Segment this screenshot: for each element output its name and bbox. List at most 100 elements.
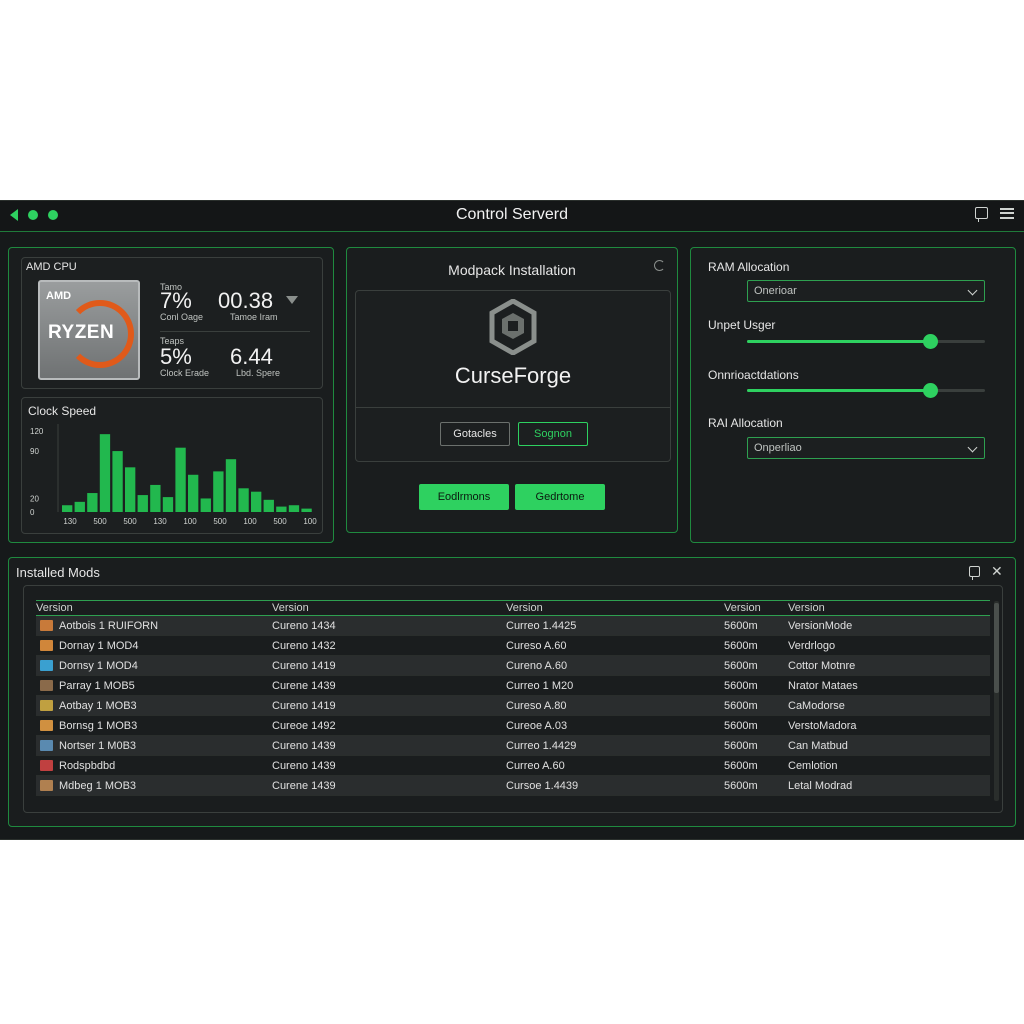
stat-2-value: 00.38 <box>218 288 274 313</box>
curseforge-logo-icon <box>489 299 537 355</box>
cell-text: 5600m <box>724 699 758 712</box>
table-cell: 5600m <box>724 775 780 796</box>
table-cell: Cemlotion <box>780 755 990 776</box>
stat-4-value: 6.44 <box>230 344 273 369</box>
table-cell: Cureno 1419 <box>272 695 506 716</box>
ram-allocation-title: RAM Allocation <box>708 260 790 274</box>
cell-text: Cureoe A.03 <box>506 719 568 732</box>
sognon-button[interactable]: Sognon <box>518 422 588 446</box>
scrollbar-thumb[interactable] <box>994 603 999 693</box>
mod-icon <box>40 700 53 712</box>
chart-bar <box>112 451 123 512</box>
slider-1[interactable] <box>747 334 985 349</box>
clock-speed-chart: 120 90 20 0 130 500 500 130 100 500 100 500 100 <box>30 424 317 526</box>
table-cell: Cottor Motnre <box>780 655 990 676</box>
cell-text: 5600m <box>724 639 758 652</box>
cell-text: Cureno 1419 <box>272 659 336 672</box>
close-icon[interactable]: ✕ <box>991 563 1003 580</box>
app-window: Control Serverd AMD CPU AMD RYZEN Tamo 7… <box>0 200 1024 840</box>
cell-text: Parray 1 MOB5 <box>59 679 135 692</box>
x-tick-label: 100 <box>303 517 317 526</box>
column-header[interactable]: Version <box>506 600 724 616</box>
table-row[interactable]: Rodspbdbd Cureno 1439 Curreo A.60 5600m Ceml… <box>36 755 990 776</box>
chart-bar <box>125 467 136 512</box>
table-row[interactable]: Bornsg 1 MOB3 Cureoe 1492 Cureoe A.03 5600m… <box>36 715 990 736</box>
table-header-row: Version Version Version Version Version <box>36 600 990 616</box>
cell-text: Cureno 1419 <box>272 699 336 712</box>
expand-icon[interactable] <box>969 566 980 580</box>
cell-text: Cursoe 1.4439 <box>506 779 579 792</box>
x-tick-label: 500 <box>213 517 227 526</box>
chart-bar <box>188 474 199 512</box>
table-row[interactable]: Dornay 1 MOD4 Cureno 1432 Cureso A.60 5600m… <box>36 635 990 656</box>
chart-bar <box>276 506 287 512</box>
column-header[interactable]: Version <box>780 600 990 616</box>
table-cell: Curreo A.60 <box>506 755 724 776</box>
table-cell: Curreo 1.4425 <box>506 615 724 636</box>
table-cell: Cureoe 1492 <box>272 715 506 736</box>
modpack-panel: Modpack Installation CurseForge Gotacles… <box>346 247 678 533</box>
table-row[interactable]: Aotbay 1 MOB3 Cureno 1419 Cureso A.80 5600m… <box>36 695 990 716</box>
table-cell: Cureno A.60 <box>506 655 724 676</box>
slider-2[interactable] <box>747 383 985 398</box>
table-cell: 5600m <box>724 615 780 636</box>
slider-1-knob[interactable] <box>923 334 939 349</box>
cell-text: Curreo 1.4429 <box>506 739 577 752</box>
cell-text: Rodspbdbd <box>59 759 116 772</box>
chart-bar <box>74 501 85 512</box>
table-cell: 5600m <box>724 675 780 696</box>
mod-icon <box>40 680 53 692</box>
eodlrmons-button[interactable]: Eodlrmons <box>419 484 509 510</box>
table-cell: Dornay 1 MOD4 <box>36 635 272 656</box>
slider-2-knob[interactable] <box>923 383 939 398</box>
chart-bar <box>150 484 161 512</box>
cpu-label: AMD CPU <box>26 261 77 273</box>
table-row[interactable]: Aotbois 1 RUIFORN Cureno 1434 Curreo 1.442… <box>36 615 990 636</box>
table-row[interactable]: Mdbeg 1 MOB3 Curene 1439 Cursoe 1.4439 5600… <box>36 775 990 796</box>
gedrtome-button[interactable]: Gedrtome <box>515 484 605 510</box>
table-cell: Cureso A.80 <box>506 695 724 716</box>
mod-icon <box>40 780 53 792</box>
chat-icon[interactable] <box>975 207 988 222</box>
stat-3-caption: Clock Erade <box>160 368 210 378</box>
table-row[interactable]: Parray 1 MOB5 Curene 1439 Curreo 1 M20 5600… <box>36 675 990 696</box>
column-header[interactable]: Version <box>36 600 272 616</box>
gotacles-button[interactable]: Gotacles <box>440 422 510 446</box>
cell-text: CaModorse <box>788 699 845 712</box>
column-header[interactable]: Version <box>272 600 506 616</box>
cell-text: Curreo 1 M20 <box>506 679 574 692</box>
table-scrollbar[interactable] <box>994 601 999 801</box>
ram-select-1[interactable]: Onerioar <box>747 280 985 302</box>
ram-select-2-value: Onperliao <box>754 442 802 454</box>
cell-text: Aotbois 1 RUIFORN <box>59 619 159 632</box>
table-row[interactable]: Dornsy 1 MOD4 Cureno 1419 Cureno A.60 5600m… <box>36 655 990 676</box>
table-cell: Letal Modrad <box>780 775 990 796</box>
table-cell: Bornsg 1 MOB3 <box>36 715 272 736</box>
cell-text: 5600m <box>724 679 758 692</box>
stat-2-caption: Tamoe Iram <box>230 312 278 322</box>
cell-text: Can Matbud <box>788 739 848 752</box>
refresh-icon[interactable] <box>654 260 665 271</box>
cell-text: Cureso A.60 <box>506 639 567 652</box>
y-tick-label: 120 <box>30 427 44 436</box>
table-cell: VerstoMadora <box>780 715 990 736</box>
x-tick-label: 100 <box>183 517 197 526</box>
table-cell: Cureoe A.03 <box>506 715 724 736</box>
cell-text: Curreo 1.4425 <box>506 619 577 632</box>
cell-text: VersionMode <box>788 619 853 632</box>
column-header[interactable]: Version <box>724 600 780 616</box>
stat-1-caption: Conl Oage <box>160 312 204 322</box>
y-tick-label: 20 <box>30 494 39 503</box>
table-cell: Aotbay 1 MOB3 <box>36 695 272 716</box>
y-tick-label: 0 <box>30 508 35 517</box>
mod-icon <box>40 620 53 632</box>
table-cell: Cursoe 1.4439 <box>506 775 724 796</box>
table-cell: Cureno 1419 <box>272 655 506 676</box>
chart-bar <box>62 505 73 512</box>
chart-bar <box>99 434 111 512</box>
table-row[interactable]: Nortser 1 M0B3 Cureno 1439 Curreo 1.4429 56… <box>36 735 990 756</box>
menu-icon[interactable] <box>1000 207 1014 219</box>
cell-text: Aotbay 1 MOB3 <box>59 699 137 712</box>
cell-text: Curene 1439 <box>272 779 336 792</box>
ram-select-2[interactable]: Onperliao <box>747 437 985 459</box>
